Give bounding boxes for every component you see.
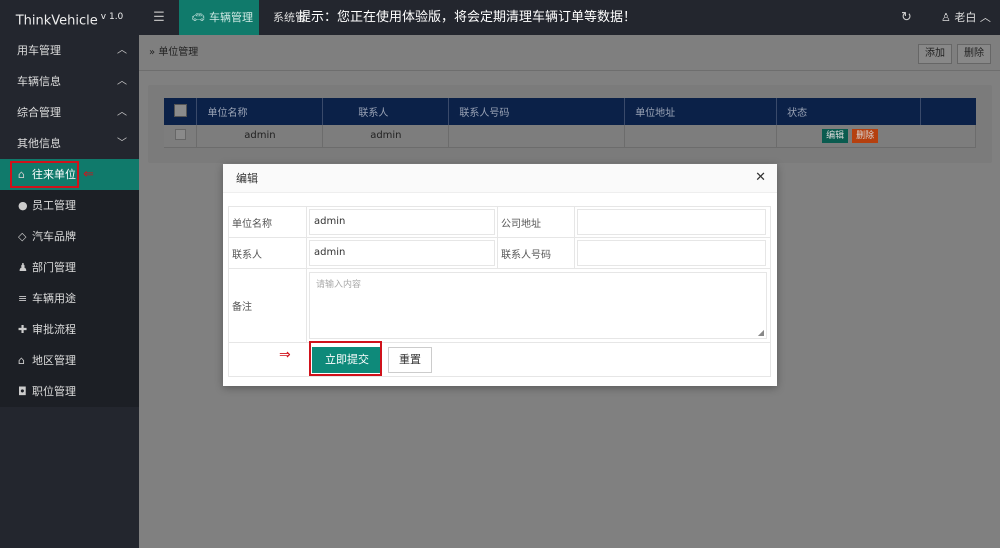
car-icon: 🚗︎ (191, 11, 205, 24)
app-logo[interactable]: ThinkVehicle v 1.0 (0, 0, 139, 35)
actions-spacer (229, 343, 307, 376)
sidebar-group-other[interactable]: 其他信息 ﹀ (0, 128, 139, 159)
row-checkbox[interactable] (164, 125, 198, 148)
sidebar-item-staff[interactable]: ● 员工管理 (0, 190, 139, 221)
users-icon: ♟ (18, 261, 28, 274)
add-button[interactable]: 添加 (918, 44, 952, 64)
app-name: ThinkVehicle (15, 13, 98, 29)
group-label: 车辆信息 (17, 75, 61, 88)
chevron-up-icon: ︿ (117, 107, 127, 118)
contact-phone-input[interactable] (577, 240, 766, 266)
modal-title: 编辑 (223, 164, 777, 193)
user-name: 老白 (954, 11, 977, 24)
breadcrumb-bar: » 单位管理 添加 删除 (139, 35, 1000, 71)
highlight-box (10, 161, 79, 188)
puzzle-icon: ✚ (18, 323, 28, 336)
col-status: 状态 (776, 98, 921, 125)
chevron-up-icon: ︿ (117, 76, 127, 87)
arrow-left-icon: ⇐ (83, 167, 94, 182)
delete-row-button[interactable]: 删除 (852, 128, 879, 143)
cell-actions: 编辑 删除 (776, 125, 976, 148)
menu-icon[interactable]: ☰ (150, 0, 168, 35)
sidebar-group-general[interactable]: 综合管理 ︿ (0, 97, 139, 128)
cell-unit-name: admin (196, 125, 324, 148)
sidebar-item-label: 车辆用途 (32, 292, 76, 305)
table-header-row: 单位名称 联系人 联系人号码 单位地址 状态 (164, 98, 976, 125)
chevron-up-icon: ︿ (117, 45, 127, 56)
col-unit-name: 单位名称 (196, 98, 324, 125)
delete-button[interactable]: 删除 (957, 44, 991, 64)
tab-label: 车辆管理 (208, 11, 253, 24)
group-label: 综合管理 (17, 106, 61, 119)
tab-vehicle-management[interactable]: 🚗︎ 车辆管理 (179, 0, 259, 35)
note-placeholder: 请输入内容 (316, 280, 362, 290)
sidebar-item-region[interactable]: ⌂ 地区管理 (0, 345, 139, 376)
home-icon: ⌂ (18, 354, 25, 367)
sidebar-item-label: 地区管理 (32, 354, 76, 367)
cell-phone (448, 125, 626, 148)
contact-label: 联系人 (229, 238, 307, 268)
refresh-icon[interactable]: ↻ (901, 0, 912, 35)
contact-phone-label: 联系人号码 (497, 238, 575, 268)
sidebar-item-label: 员工管理 (32, 199, 76, 212)
col-contact-phone: 联系人号码 (448, 98, 626, 125)
sidebar-item-position[interactable]: ◘ 职位管理 (0, 376, 139, 407)
list-icon: ≡ (18, 292, 28, 305)
sidebar-item-label: 部门管理 (32, 261, 76, 274)
app-version: v 1.0 (100, 12, 124, 22)
user-menu[interactable]: ♙ 老白 ︿ (941, 0, 991, 35)
sidebar-item-department[interactable]: ♟ 部门管理 (0, 252, 139, 283)
chevron-down-icon: ﹀ (117, 138, 127, 149)
note-label: 备注 (229, 269, 307, 342)
camera-icon: ◘ (18, 385, 27, 398)
unit-table: 单位名称 联系人 联系人号码 单位地址 状态 admin admin 编辑 删除 (164, 98, 976, 148)
col-address: 单位地址 (624, 98, 778, 125)
edit-modal: 编辑 ✕ 单位名称 admin 公司地址 联系人 admin 联系人号码 备注 … (223, 164, 777, 386)
col-contact: 联系人 (322, 98, 450, 125)
sidebar-item-label: 汽车品牌 (32, 230, 76, 243)
sidebar-item-vehicle-purpose[interactable]: ≡ 车辆用途 (0, 283, 139, 314)
reset-button[interactable]: 重置 (388, 346, 432, 373)
group-label: 用车管理 (17, 44, 61, 57)
diamond-icon: ◇ (18, 230, 27, 243)
sidebar-group-vehicle-use[interactable]: 用车管理 ︿ (0, 35, 139, 66)
page-title: 单位管理 (158, 47, 199, 58)
user-icon: ♙ (941, 11, 951, 24)
table-row: admin admin 编辑 删除 (164, 125, 976, 148)
company-address-input[interactable] (577, 209, 766, 235)
top-bar: ThinkVehicle v 1.0 ☰ 🚗︎ 车辆管理 系统管 提示：您正在使用体… (0, 0, 1000, 35)
cell-contact: admin (322, 125, 450, 148)
select-all-checkbox[interactable] (164, 98, 198, 125)
close-icon[interactable]: ✕ (755, 170, 766, 186)
cell-address (624, 125, 778, 148)
note-textarea[interactable]: 请输入内容 ◢ (309, 272, 767, 339)
chevron-up-icon: ︿ (979, 11, 991, 24)
breadcrumb: » 单位管理 (149, 35, 198, 71)
edit-button[interactable]: 编辑 (822, 128, 849, 143)
col-empty (920, 98, 976, 125)
sidebar-group-vehicle-info[interactable]: 车辆信息 ︿ (0, 66, 139, 97)
sidebar: 用车管理 ︿ 车辆信息 ︿ 综合管理 ︿ 其他信息 ﹀ ⌂ 往来单位 ⇐ ● 员工管理 ◇ 汽… (0, 35, 139, 548)
company-address-label: 公司地址 (497, 207, 575, 237)
resize-grip-icon[interactable]: ◢ (758, 328, 764, 337)
sidebar-item-partner-units[interactable]: ⌂ 往来单位 ⇐ (0, 159, 139, 190)
unit-name-input[interactable]: admin (309, 209, 495, 235)
highlight-box (309, 341, 382, 376)
group-label: 其他信息 (17, 137, 61, 150)
sidebar-item-label: 审批流程 (32, 323, 76, 336)
arrow-right-icon: ⇒ (279, 347, 291, 363)
user-icon: ● (18, 199, 28, 212)
notice-text: 提示：您正在使用体验版，将会定期清理车辆订单等数据！ (298, 10, 637, 25)
sidebar-item-car-brand[interactable]: ◇ 汽车品牌 (0, 221, 139, 252)
unit-name-label: 单位名称 (229, 207, 307, 237)
contact-input[interactable]: admin (309, 240, 495, 266)
sidebar-item-label: 职位管理 (32, 385, 76, 398)
sidebar-item-approval[interactable]: ✚ 审批流程 (0, 314, 139, 345)
double-chevron-icon: » (149, 47, 156, 58)
